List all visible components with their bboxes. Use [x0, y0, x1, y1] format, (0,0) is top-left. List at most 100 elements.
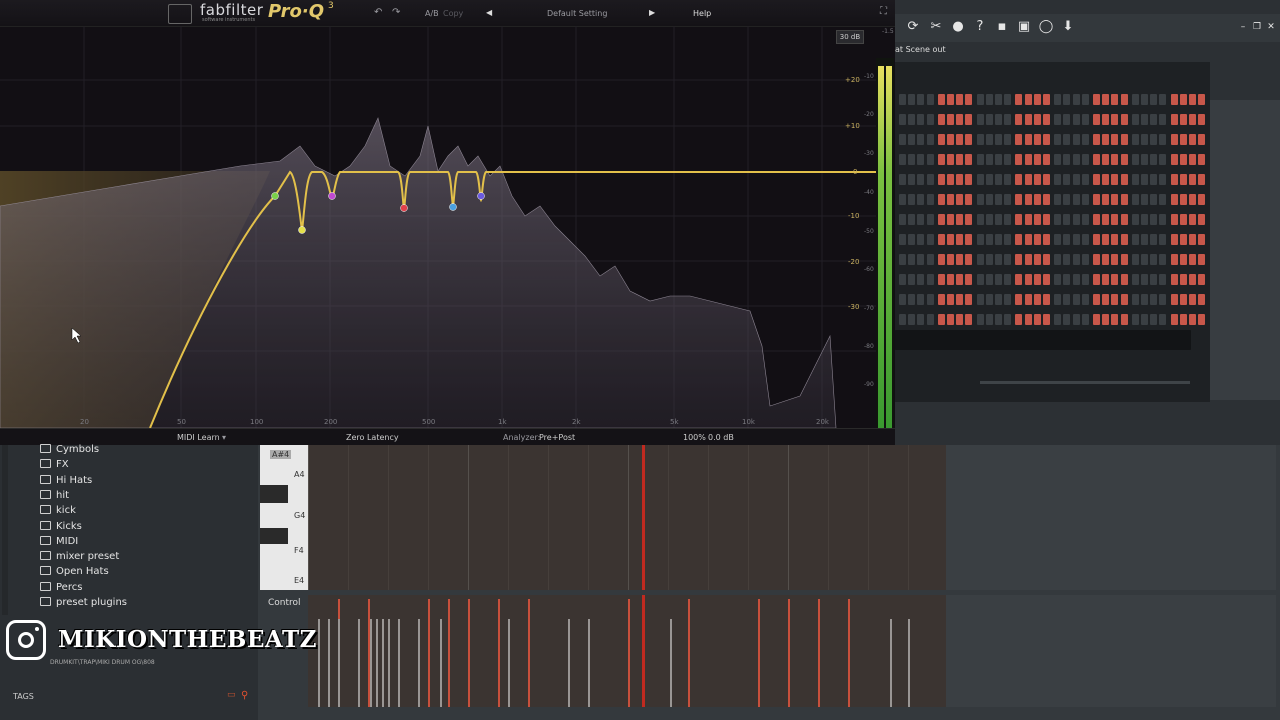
step-button[interactable]: [1004, 114, 1012, 125]
step-button[interactable]: [965, 134, 973, 145]
step-button[interactable]: [1131, 194, 1139, 205]
step-button[interactable]: [1150, 194, 1158, 205]
tag-folder-icon[interactable]: ▭: [227, 690, 236, 700]
step-button[interactable]: [965, 254, 973, 265]
step-button[interactable]: [1054, 214, 1062, 225]
step-button[interactable]: [976, 274, 984, 285]
step-button[interactable]: [1141, 234, 1148, 245]
scrollbar[interactable]: [980, 381, 1190, 384]
step-button[interactable]: [956, 194, 964, 205]
step-button[interactable]: [947, 234, 954, 245]
step-button[interactable]: [1063, 254, 1071, 265]
step-button[interactable]: [937, 254, 945, 265]
step-button[interactable]: [1072, 214, 1080, 225]
step-sequencer[interactable]: [895, 62, 1210, 402]
step-button[interactable]: [1033, 114, 1041, 125]
velocity-bar[interactable]: [758, 599, 760, 707]
step-button[interactable]: [1063, 234, 1071, 245]
step-button[interactable]: [1043, 114, 1050, 125]
step-button[interactable]: [1120, 94, 1128, 105]
velocity-bar[interactable]: [508, 619, 510, 707]
velocity-bar[interactable]: [388, 619, 390, 707]
step-button[interactable]: [899, 274, 906, 285]
step-button[interactable]: [1198, 94, 1206, 105]
step-button[interactable]: [1063, 214, 1071, 225]
step-button[interactable]: [1179, 254, 1187, 265]
step-button[interactable]: [1131, 174, 1139, 185]
step-button[interactable]: [1063, 194, 1071, 205]
step-button[interactable]: [956, 154, 964, 165]
latency-mode[interactable]: Zero Latency: [346, 433, 399, 442]
step-button[interactable]: [1024, 114, 1032, 125]
step-button[interactable]: [1170, 234, 1178, 245]
step-button[interactable]: [1159, 234, 1167, 245]
save-icon[interactable]: ▪: [994, 19, 1010, 35]
step-button[interactable]: [917, 174, 925, 185]
step-button[interactable]: [899, 94, 906, 105]
step-button[interactable]: [1081, 294, 1089, 305]
control-label[interactable]: Control: [268, 598, 301, 608]
step-button[interactable]: [985, 314, 993, 325]
step-button[interactable]: [1120, 134, 1128, 145]
step-button[interactable]: [1004, 94, 1012, 105]
step-button[interactable]: [1024, 214, 1032, 225]
step-button[interactable]: [1111, 214, 1119, 225]
step-button[interactable]: [1111, 134, 1119, 145]
step-button[interactable]: [1120, 114, 1128, 125]
step-button[interactable]: [1054, 114, 1062, 125]
step-button[interactable]: [1024, 254, 1032, 265]
step-button[interactable]: [1004, 294, 1012, 305]
step-button[interactable]: [908, 134, 916, 145]
step-button[interactable]: [1198, 274, 1206, 285]
step-button[interactable]: [917, 274, 925, 285]
step-button[interactable]: [1102, 314, 1110, 325]
tag-search-icon[interactable]: ⚲: [241, 690, 248, 701]
step-button[interactable]: [1024, 174, 1032, 185]
step-button[interactable]: [1150, 114, 1158, 125]
step-button[interactable]: [1170, 254, 1178, 265]
step-button[interactable]: [1170, 314, 1178, 325]
velocity-bar[interactable]: [588, 619, 590, 707]
step-button[interactable]: [1054, 134, 1062, 145]
step-button[interactable]: [995, 214, 1002, 225]
step-button[interactable]: [926, 114, 934, 125]
step-button[interactable]: [1015, 154, 1023, 165]
velocity-bar[interactable]: [670, 619, 672, 707]
step-button[interactable]: [1189, 314, 1196, 325]
step-button[interactable]: [1063, 274, 1071, 285]
step-button[interactable]: [965, 174, 973, 185]
step-button[interactable]: [1093, 174, 1100, 185]
step-button[interactable]: [1141, 254, 1148, 265]
step-button[interactable]: [937, 154, 945, 165]
step-button[interactable]: [1141, 154, 1148, 165]
step-button[interactable]: [926, 94, 934, 105]
step-button[interactable]: [947, 274, 954, 285]
step-button[interactable]: [1170, 294, 1178, 305]
step-button[interactable]: [956, 114, 964, 125]
velocity-bar[interactable]: [358, 619, 360, 707]
step-button[interactable]: [1015, 294, 1023, 305]
step-button[interactable]: [956, 274, 964, 285]
step-button[interactable]: [908, 114, 916, 125]
step-button[interactable]: [1189, 134, 1196, 145]
step-button[interactable]: [947, 214, 954, 225]
step-button[interactable]: [1120, 154, 1128, 165]
step-button[interactable]: [965, 114, 973, 125]
step-button[interactable]: [1189, 174, 1196, 185]
step-button[interactable]: [1033, 254, 1041, 265]
step-button[interactable]: [908, 294, 916, 305]
step-button[interactable]: [1150, 274, 1158, 285]
step-button[interactable]: [995, 234, 1002, 245]
step-button[interactable]: [1063, 94, 1071, 105]
step-button[interactable]: [1179, 214, 1187, 225]
step-button[interactable]: [899, 154, 906, 165]
step-button[interactable]: [1004, 314, 1012, 325]
step-button[interactable]: [1004, 274, 1012, 285]
step-button[interactable]: [1111, 294, 1119, 305]
browser-folder-item[interactable]: Percs: [40, 581, 82, 593]
step-button[interactable]: [1081, 234, 1089, 245]
step-button[interactable]: [1015, 234, 1023, 245]
step-button[interactable]: [1093, 114, 1100, 125]
step-button[interactable]: [1072, 114, 1080, 125]
step-button[interactable]: [1131, 294, 1139, 305]
